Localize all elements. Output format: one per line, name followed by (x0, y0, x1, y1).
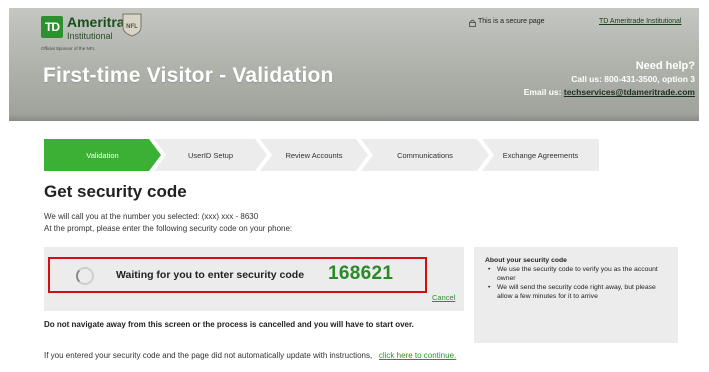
institutional-link[interactable]: TD Ameritrade Institutional (599, 18, 681, 25)
td-logo[interactable]: TD (41, 16, 63, 38)
help-email-link[interactable]: techservices@tdameritrade.com (564, 87, 695, 97)
lock-icon (469, 19, 476, 27)
warning-text: Do not navigate away from this screen or… (44, 320, 414, 329)
step-review-accounts: Review Accounts (260, 139, 368, 171)
step-communications: Communications (361, 139, 489, 171)
info-list: We use the security code to verify you a… (485, 265, 668, 301)
site-header: TD Ameritrade Institutional Official Spo… (9, 8, 699, 121)
continue-text: If you entered your security code and th… (44, 350, 464, 361)
step-exchange-agreements: Exchange Agreements (482, 139, 599, 171)
security-code-box: Waiting for you to enter security code 1… (48, 257, 427, 293)
continue-prefix: If you entered your security code and th… (44, 351, 373, 360)
page-title: First-time Visitor - Validation (43, 64, 334, 87)
info-item: We will send the security code right awa… (485, 283, 668, 301)
help-title: Need help? (635, 60, 695, 72)
info-title: About your security code (485, 257, 567, 264)
security-code-panel: Waiting for you to enter security code 1… (44, 247, 464, 311)
progress-steps: Validation UserID Setup Review Accounts … (44, 139, 599, 171)
security-code: 168621 (328, 263, 394, 284)
nfl-shield-text: NFL (126, 24, 138, 30)
intro-phone-text: We will call you at the number you selec… (44, 212, 259, 221)
step-userid-setup: UserID Setup (154, 139, 267, 171)
secure-page-text: This is a secure page (478, 18, 545, 25)
loading-spinner-icon (76, 267, 94, 285)
cancel-link[interactable]: Cancel (432, 293, 455, 302)
waiting-text: Waiting for you to enter security code (116, 269, 305, 281)
help-phone: Call us: 800-431-3500, option 3 (571, 74, 695, 84)
step-validation: Validation (44, 139, 161, 171)
intro-prompt-text: At the prompt, please enter the followin… (44, 224, 293, 233)
brand-subtitle: Institutional (67, 31, 113, 41)
continue-link[interactable]: click here to continue. (379, 351, 456, 360)
info-item: We use the security code to verify you a… (485, 265, 668, 283)
security-code-info: About your security code We use the secu… (474, 247, 678, 343)
nfl-shield-icon: NFL (122, 13, 142, 37)
section-title: Get security code (44, 182, 187, 201)
sponsor-text: Official Sponsor of the NFL (41, 46, 95, 51)
help-email-line: Email us: techservices@tdameritrade.com (524, 87, 695, 97)
help-email-label: Email us: (523, 87, 564, 97)
